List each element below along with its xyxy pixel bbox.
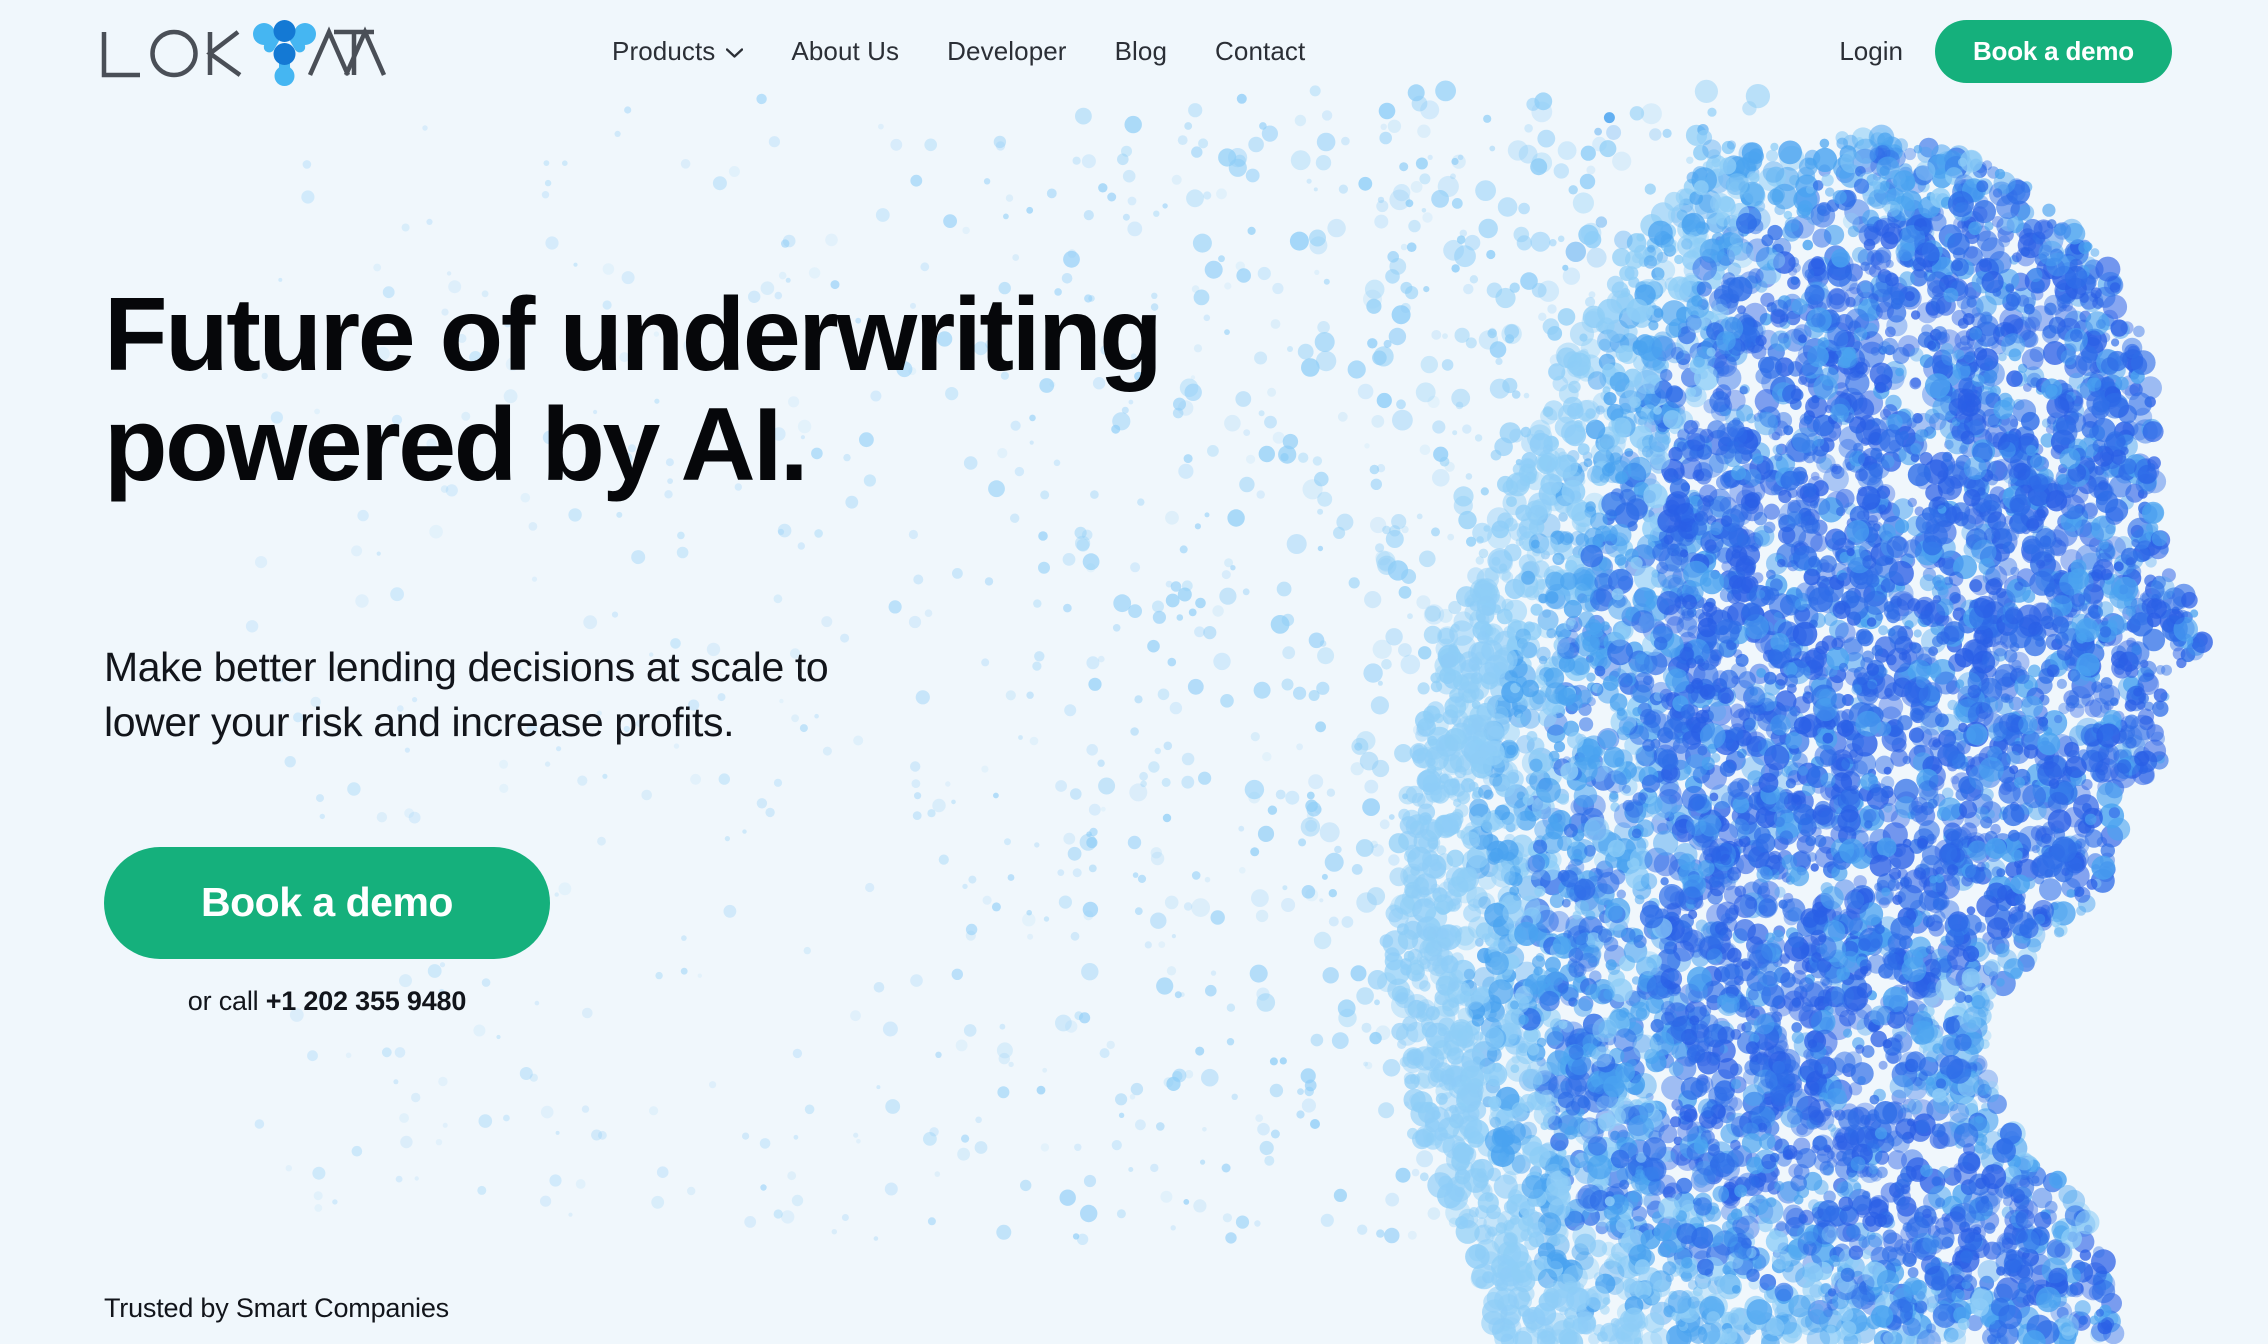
hero-subtitle: Make better lending decisions at scale t… [104, 640, 1104, 749]
nav-label: Blog [1114, 35, 1168, 66]
hero-cta-group: Book a demo or call +1 202 355 9480 [104, 846, 550, 1017]
hero-title-line-2: powered by AI. [104, 387, 809, 504]
login-link[interactable]: Login [1839, 36, 1903, 67]
call-prefix: or call [187, 985, 266, 1016]
main-navigation: Products About Us Developer Blog Contact [588, 36, 1329, 67]
nav-item-about-us[interactable]: About Us [767, 36, 923, 67]
hero-subtitle-line-1: Make better lending decisions at scale t… [104, 644, 829, 691]
call-line: or call +1 202 355 9480 [187, 985, 467, 1017]
logo-lokyata[interactable] [98, 15, 388, 87]
hero-title-line-1: Future of underwriting [104, 277, 1163, 393]
nav-item-developer[interactable]: Developer [923, 36, 1090, 67]
nav-item-contact[interactable]: Contact [1191, 36, 1329, 67]
hero-subtitle-line-2: lower your risk and increase profits. [104, 698, 735, 745]
trusted-by-label: Trusted by Smart Companies [104, 1293, 449, 1323]
nav-label: Developer [947, 35, 1067, 66]
hero-title: Future of underwriting powered by AI. [104, 280, 1604, 500]
header-book-demo-button[interactable]: Book a demo [1934, 19, 2172, 83]
nav-label: Products [612, 35, 716, 66]
nav-item-blog[interactable]: Blog [1091, 36, 1191, 67]
hero-section: Future of underwriting powered by AI. Ma… [0, 280, 2268, 1017]
hero-book-demo-button[interactable]: Book a demo [104, 846, 550, 959]
nav-item-products[interactable]: Products [588, 36, 767, 67]
nav-label: Contact [1215, 35, 1306, 66]
nav-label: About Us [791, 35, 900, 66]
header-actions: Login Book a demo [1839, 19, 2172, 83]
chevron-down-icon [726, 48, 744, 58]
site-header: Products About Us Developer Blog Contact… [0, 0, 2268, 102]
logo-mark [101, 20, 387, 86]
molecule-icon [253, 20, 316, 86]
phone-number-link[interactable]: +1 202 355 9480 [266, 986, 467, 1016]
